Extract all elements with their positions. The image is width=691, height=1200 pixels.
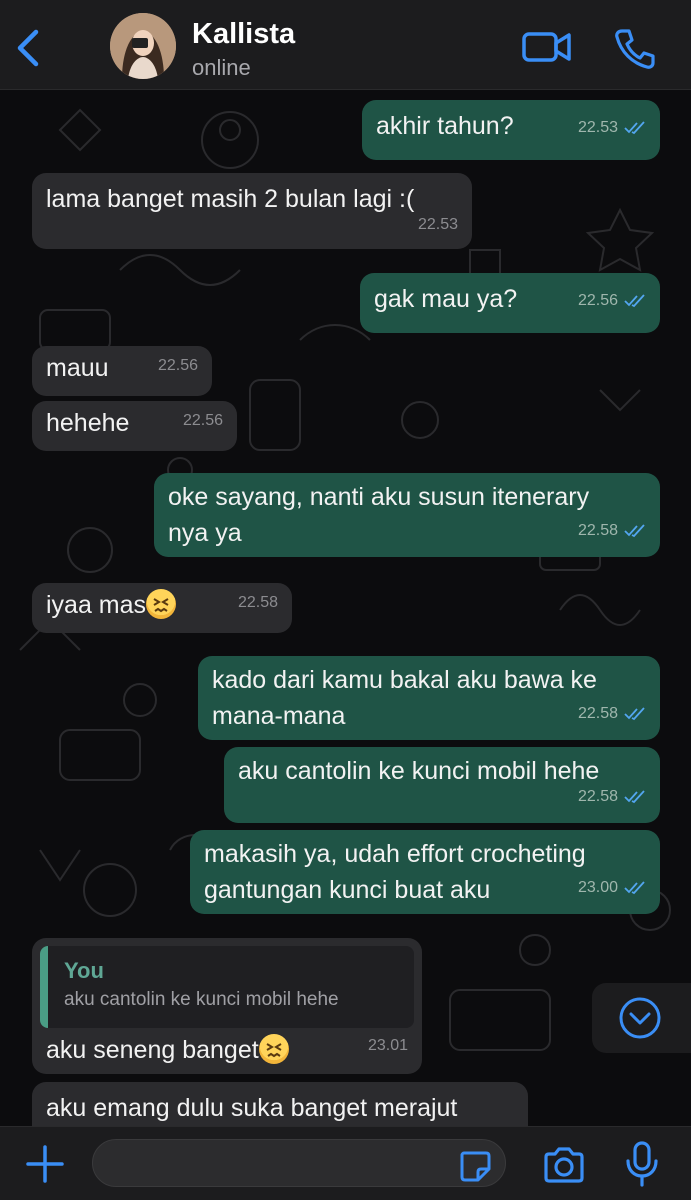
chevron-down-circle-icon	[619, 997, 661, 1039]
quoted-reply[interactable]: You aku cantolin ke kunci mobil hehe	[40, 946, 414, 1028]
message-meta: 22.56	[158, 348, 198, 384]
avatar[interactable]	[110, 13, 176, 79]
message-bubble-incoming[interactable]: lama banget masih 2 bulan lagi :( 22.53	[32, 173, 472, 249]
confounded-face-emoji	[258, 1034, 289, 1064]
message-meta: 22.53	[418, 207, 458, 243]
message-bubble-outgoing[interactable]: gak mau ya? 22.56	[360, 273, 660, 333]
contact-status: online	[192, 55, 251, 80]
message-bubble-outgoing[interactable]: kado dari kamu bakal aku bawa ke mana-ma…	[198, 656, 660, 740]
message-time: 23.00	[577, 879, 618, 896]
message-time: 22.53	[577, 119, 618, 136]
sticker-button[interactable]	[458, 1149, 492, 1183]
message-bubble-outgoing[interactable]: makasih ya, udah effort crocheting gantu…	[190, 830, 660, 914]
message-meta: 22.58	[578, 779, 646, 815]
camera-button[interactable]	[542, 1145, 586, 1185]
chevron-left-icon	[17, 29, 39, 67]
message-time: 22.58	[577, 522, 618, 539]
sticker-icon	[460, 1151, 491, 1182]
message-text: aku emang dulu suka banget merajut	[46, 1094, 458, 1122]
message-list[interactable]: akhir tahun? 22.53 lama banget masih 2 b…	[0, 90, 691, 1126]
message-bubble-outgoing[interactable]: akhir tahun? 22.53	[362, 100, 660, 160]
profile-photo	[110, 13, 176, 79]
message-bubble-incoming[interactable]: mauu 22.56	[32, 346, 212, 396]
message-input[interactable]	[92, 1139, 506, 1187]
read-ticks-icon	[624, 121, 645, 135]
chat-screen: Kallista online akhir tahun? 22.53 lama …	[0, 0, 691, 1200]
message-bubble-incoming[interactable]: aku emang dulu suka banget merajut	[32, 1082, 528, 1126]
message-time: 22.56	[157, 357, 198, 374]
camera-icon	[544, 1147, 584, 1183]
message-bubble-incoming[interactable]: iyaa mas 22.58	[32, 583, 292, 633]
reply-author: You	[64, 958, 104, 983]
message-meta: 22.58	[238, 585, 278, 621]
scroll-to-bottom-button[interactable]	[592, 983, 691, 1053]
message-time: 22.58	[237, 594, 278, 611]
read-ticks-icon	[624, 881, 645, 895]
reply-text: aku cantolin ke kunci mobil hehe	[64, 989, 339, 1010]
message-bubble-incoming[interactable]: hehehe 22.56	[32, 401, 237, 451]
message-meta: 22.56	[183, 403, 223, 439]
message-body: aku seneng banget	[40, 1032, 414, 1068]
read-ticks-icon	[624, 790, 645, 804]
message-bubble-outgoing[interactable]: aku cantolin ke kunci mobil hehe 22.58	[224, 747, 660, 823]
message-text: aku seneng banget	[46, 1036, 259, 1064]
plus-icon	[26, 1145, 64, 1183]
microphone-icon	[626, 1141, 658, 1187]
message-meta: 23.00	[578, 870, 646, 906]
message-bubble-incoming-reply[interactable]: You aku cantolin ke kunci mobil hehe aku…	[32, 938, 422, 1074]
message-meta: 22.58	[578, 513, 646, 549]
reply-accent-bar	[40, 946, 48, 1028]
message-text: lama banget masih 2 bulan lagi :(	[46, 185, 415, 213]
attach-button[interactable]	[24, 1143, 66, 1185]
message-text: iyaa mas	[46, 591, 147, 619]
contact-name[interactable]: Kallista	[192, 18, 295, 51]
read-ticks-icon	[624, 707, 645, 721]
message-bubble-outgoing[interactable]: oke sayang, nanti aku susun itenerary ny…	[154, 473, 660, 557]
message-text: oke sayang, nanti aku susun itenerary ny…	[168, 483, 597, 547]
message-meta: 22.58	[578, 696, 646, 732]
back-button[interactable]	[12, 26, 46, 70]
message-time: 22.58	[577, 705, 618, 722]
confounded-face-emoji	[146, 589, 177, 619]
message-meta: 22.56	[578, 283, 646, 319]
microphone-button[interactable]	[624, 1141, 660, 1187]
message-time: 22.56	[182, 412, 223, 429]
video-call-button[interactable]	[522, 28, 572, 66]
video-call-icon	[522, 32, 571, 62]
message-time: 22.53	[417, 216, 458, 233]
message-time: 23.01	[367, 1037, 408, 1054]
message-time: 22.56	[577, 292, 618, 309]
read-ticks-icon	[624, 294, 645, 308]
voice-call-button[interactable]	[612, 26, 656, 70]
message-meta: 23.01	[368, 1028, 408, 1064]
phone-icon	[615, 29, 655, 69]
composer-bar	[0, 1126, 691, 1200]
message-meta: 22.53	[578, 110, 646, 146]
read-ticks-icon	[624, 524, 645, 538]
message-time: 22.58	[577, 788, 618, 805]
chat-header: Kallista online	[0, 0, 691, 90]
